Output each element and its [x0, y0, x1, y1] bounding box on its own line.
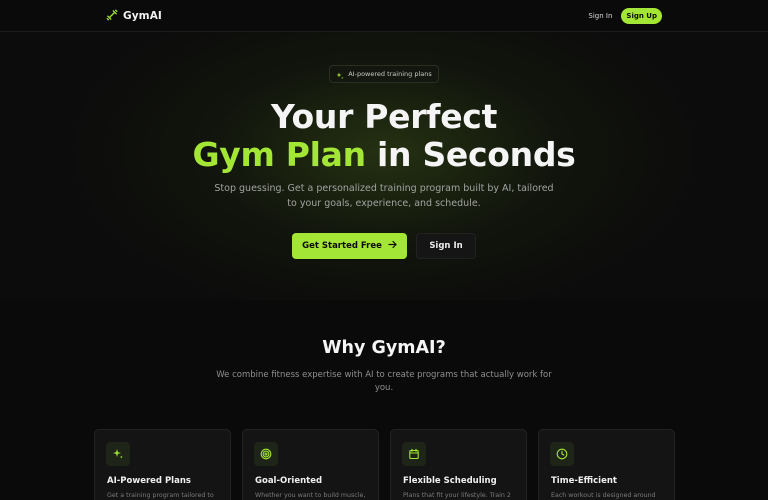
feature-card-goal: Goal-Oriented Whether you want to build …	[242, 429, 379, 500]
feature-title: Flexible Scheduling	[403, 476, 497, 486]
headline-rest: in Seconds	[365, 135, 576, 174]
nav-sign-up-button[interactable]: Sign Up	[621, 7, 662, 24]
headline-line-1: Your Perfect	[270, 97, 498, 136]
feature-description: Whether you want to build muscle,	[255, 492, 366, 499]
hero-headline: Your Perfect Gym Plan in Seconds	[0, 98, 768, 174]
sparkles-icon	[336, 65, 344, 84]
feature-title: Goal-Oriented	[255, 476, 323, 486]
nav-actions: Sign In Sign Up	[588, 7, 662, 24]
feature-title: Time-Efficient	[551, 476, 617, 486]
feature-description: Get a training program tailored to	[107, 492, 214, 499]
feature-card-ai-plans: AI-Powered Plans Get a training program …	[94, 429, 231, 500]
feature-title: AI-Powered Plans	[107, 476, 191, 486]
badge-label: AI-powered training plans	[348, 70, 432, 78]
clock-icon	[550, 442, 574, 466]
brand-logo[interactable]: GymAI	[106, 6, 162, 25]
headline-line-2: Gym Plan in Seconds	[0, 136, 768, 174]
hero-subtitle: Stop guessing. Get a personalized traini…	[214, 183, 554, 209]
get-started-button[interactable]: Get Started Free	[292, 233, 407, 259]
sparkles-icon	[106, 442, 130, 466]
why-subtitle: We combine fitness expertise with AI to …	[216, 370, 552, 393]
arrow-right-icon	[388, 240, 397, 252]
hero-sign-in-label: Sign In	[429, 241, 463, 251]
dumbbell-icon	[106, 6, 118, 25]
hero-badge: AI-powered training plans	[329, 65, 439, 83]
why-title: Why GymAI?	[322, 338, 446, 358]
top-nav: GymAI Sign In Sign Up	[0, 0, 768, 32]
calendar-icon	[402, 442, 426, 466]
feature-description: Plans that fit your lifestyle. Train 2	[403, 492, 511, 499]
nav-sign-in-link[interactable]: Sign In	[588, 12, 612, 20]
target-icon	[254, 442, 278, 466]
brand-name: GymAI	[123, 9, 162, 22]
hero-sign-in-button[interactable]: Sign In	[416, 233, 476, 259]
hero-section: AI-powered training plans Your Perfect G…	[0, 32, 768, 300]
feature-card-scheduling: Flexible Scheduling Plans that fit your …	[390, 429, 527, 500]
headline-accent: Gym Plan	[192, 135, 367, 174]
feature-card-time: Time-Efficient Each workout is designed …	[538, 429, 675, 500]
feature-description: Each workout is designed around	[551, 492, 656, 499]
get-started-label: Get Started Free	[302, 241, 382, 251]
